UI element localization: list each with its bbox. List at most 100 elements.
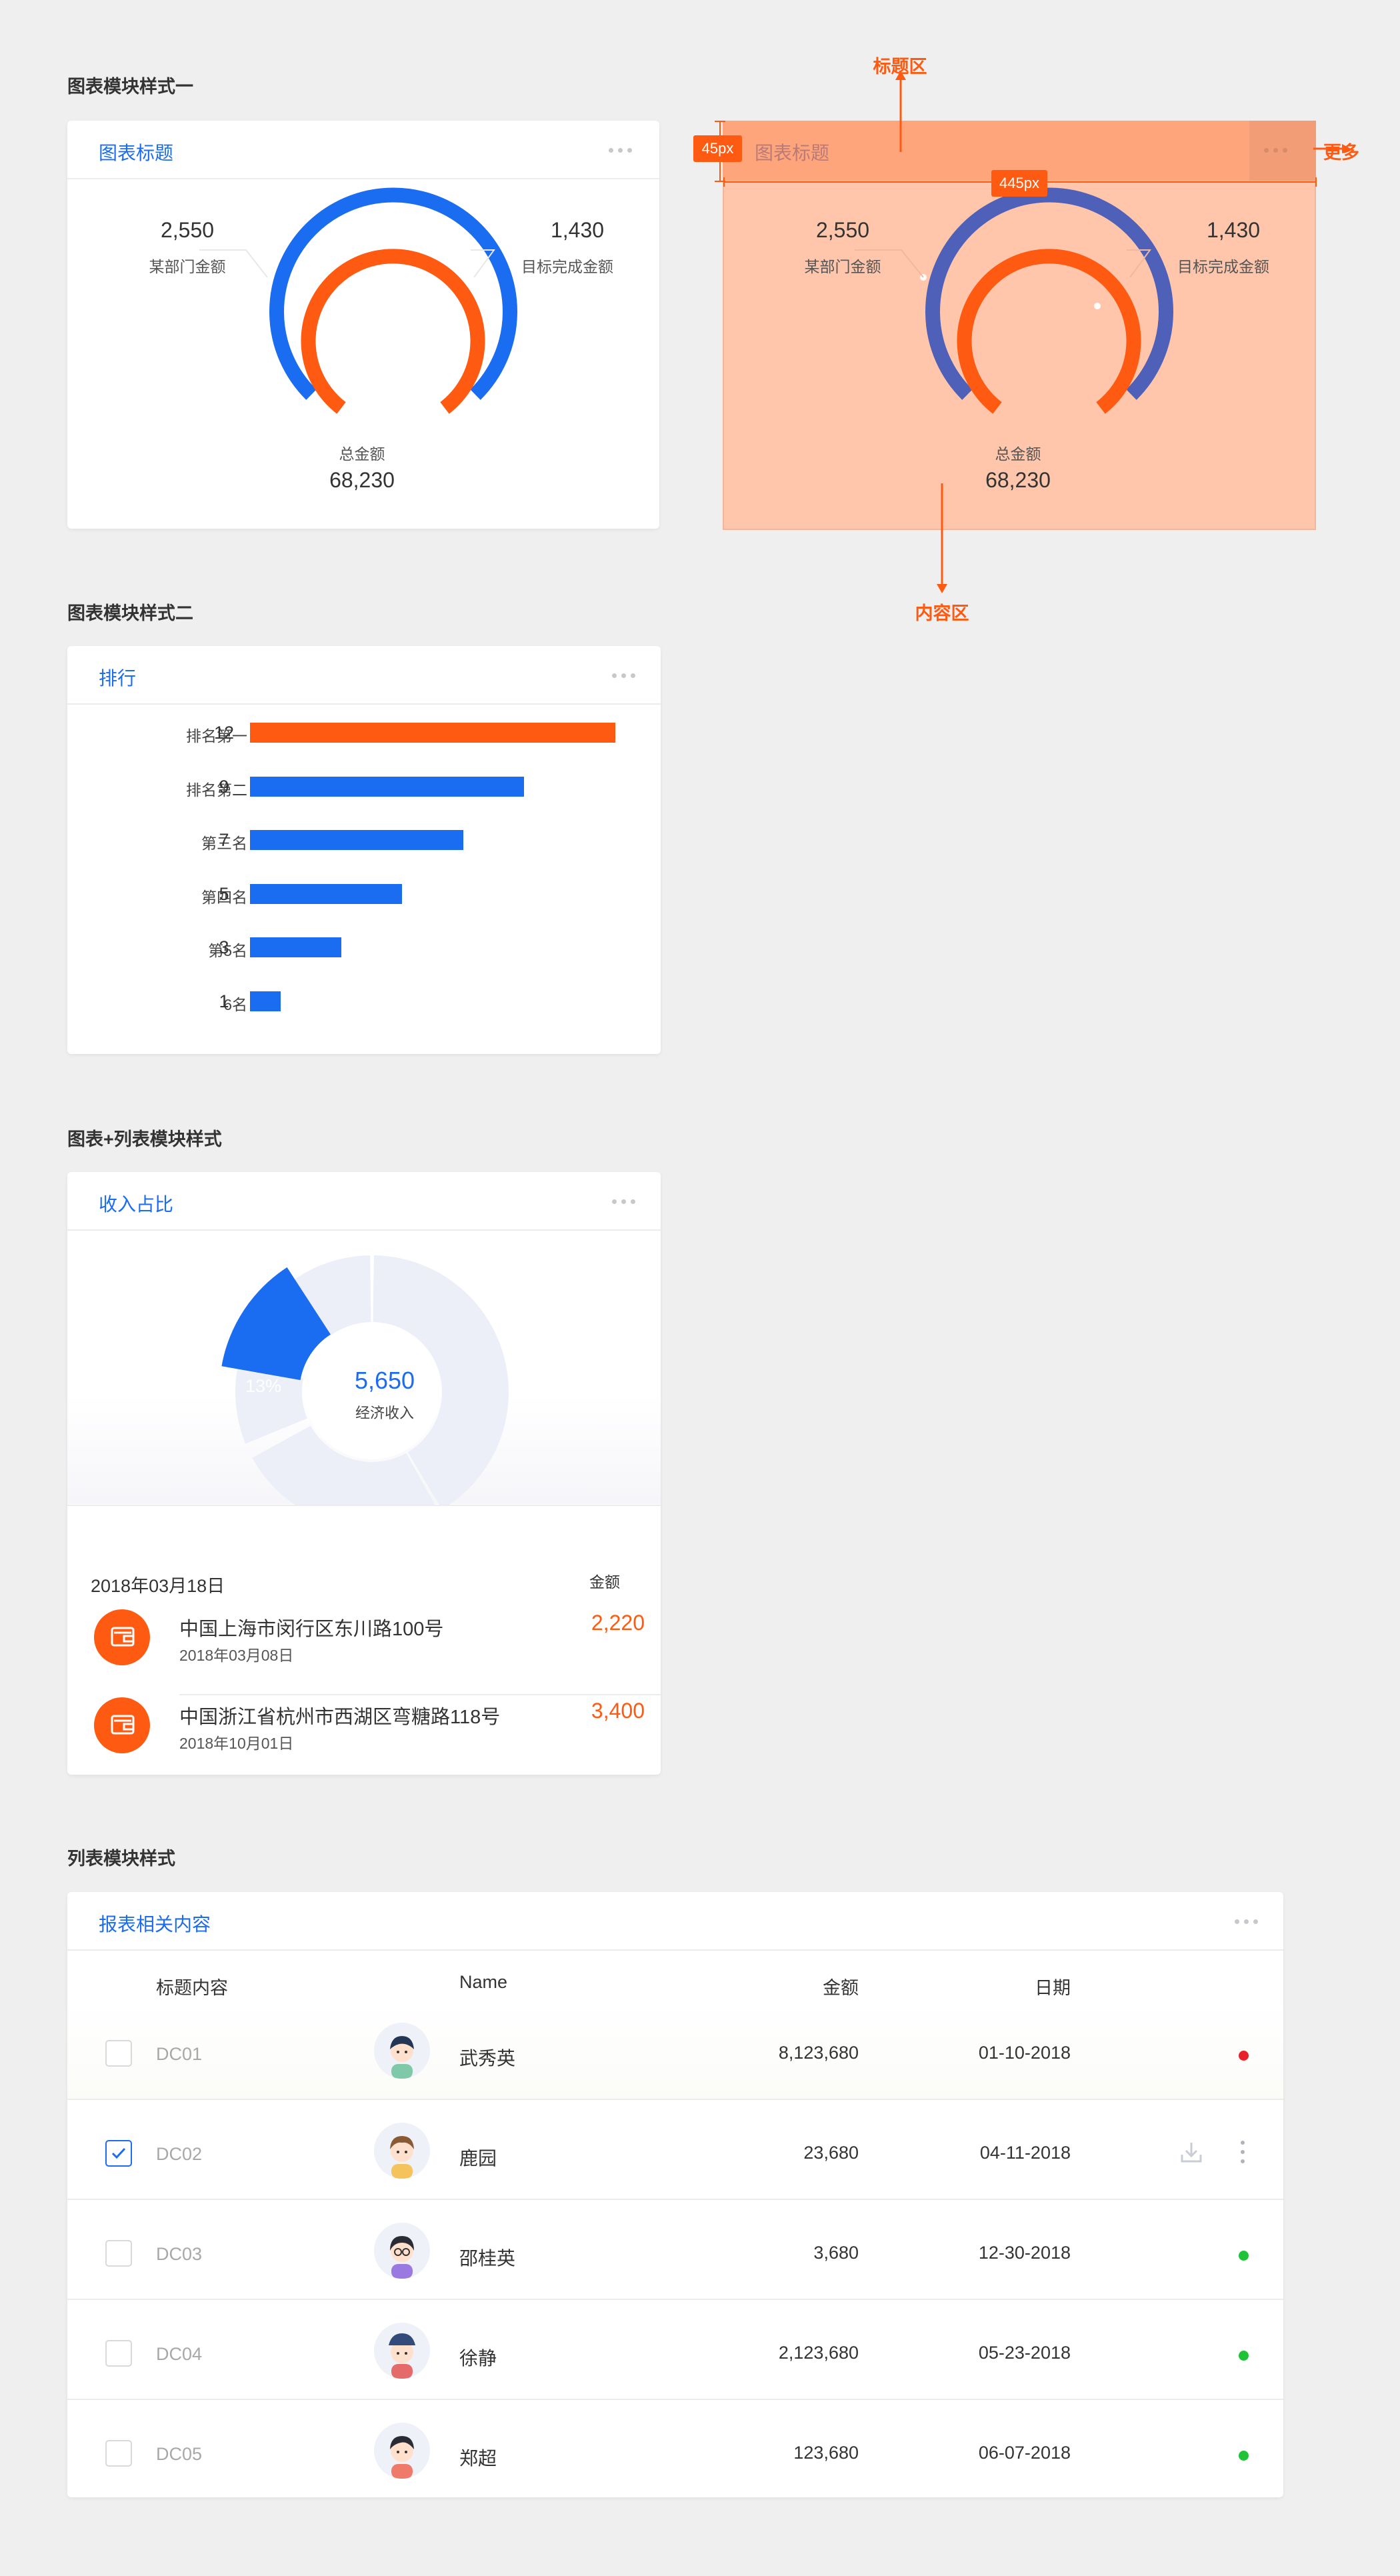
gauge-marker-right [438,303,445,309]
row-name: 武秀英 [459,2048,516,2069]
rank-value: 1 [219,991,229,1011]
table-row[interactable]: DC02 鹿园 23,680 04-11-2018 [67,2100,1283,2200]
title-zone-label: 标题区 [873,57,927,77]
rank-bar [250,830,463,850]
card-header: 排行 [67,646,661,705]
gauge-inner-arc [301,249,485,414]
rank-value: 12 [213,723,235,743]
row-code: DC01 [156,2044,203,2064]
row-date: 05-23-2018 [978,2343,1071,2363]
width-dimension-tag: 445px [991,170,1047,197]
ranking-card: 排行 排名第一 12 排名第二 9 第三名 7 第四名 5 第5名 3 6名 1 [67,646,661,1054]
list-item-date: 2018年03月08日 [179,1647,294,1664]
table-row[interactable]: DC01 武秀英 8,123,680 01-10-2018 [67,2000,1283,2100]
row-checkbox[interactable] [105,2240,132,2267]
rank-value: 7 [219,830,229,850]
avatar [374,2223,430,2279]
column-header-date: 日期 [1035,1978,1071,1998]
table-card: 报表相关内容 标题内容 Name 金额 日期 DC01 武秀英 8,123,68… [67,1892,1283,2497]
table-row[interactable]: DC05 郑超 123,680 06-07-2018 [67,2400,1283,2497]
content-zone-label: 内容区 [915,603,969,623]
gauge-total-value: 68,230 [329,468,395,492]
table-row[interactable]: DC03 邵桂英 3,680 12-30-2018 [67,2200,1283,2300]
card-header: 报表相关内容 [67,1892,1283,1951]
more-icon[interactable] [1235,1919,1259,1924]
avatar [374,2423,430,2479]
status-dot-green [1239,2351,1249,2361]
row-date: 04-11-2018 [979,2143,1071,2163]
row-code: DC04 [156,2344,203,2364]
card-title: 报表相关内容 [99,1914,211,1935]
section-title-chart-list-style: 图表+列表模块样式 [67,1129,222,1149]
gauge-total-label: 总金额 [339,445,385,463]
row-checkbox[interactable] [105,2040,132,2067]
card-title: 排行 [99,668,137,689]
gauge-right-label: 目标完成金额 [521,258,613,275]
more-icon[interactable] [612,673,636,678]
avatar [374,2023,430,2079]
list-item-date: 2018年10月01日 [179,1735,294,1752]
row-amount: 23,680 [803,2143,859,2163]
rank-bar [250,776,524,797]
row-amount: 8,123,680 [778,2043,859,2063]
row-name: 郑超 [459,2448,497,2469]
rank-value: 9 [219,776,229,797]
row-checkbox-checked[interactable] [105,2140,132,2167]
table-row[interactable]: DC04 徐静 2,123,680 05-23-2018 [67,2300,1283,2400]
section-title-chart-style-2: 图表模块样式二 [67,603,193,623]
row-amount: 2,123,680 [778,2343,859,2363]
list-item[interactable]: 中国浙江省杭州市西湖区弯糖路118号 2018年10月01日 3,400 [67,1696,661,1775]
column-header-name: Name [459,1972,508,1992]
status-dot-green [1239,2251,1249,2261]
gauge-card: 图表标题 2,550 某部门金额 1,430 目标完成金额 总金额 68,230 [67,121,659,529]
row-amount: 3,680 [813,2243,859,2263]
row-name: 鹿园 [459,2148,497,2169]
row-name: 邵桂英 [459,2248,516,2269]
row-checkbox[interactable] [105,2440,132,2467]
status-dot-green [1239,2451,1249,2461]
list-item[interactable]: 中国上海市闵行区东川路100号 2018年03月08日 2,220 [67,1608,661,1696]
rank-bar [250,991,281,1011]
spec-annotation-lines [715,71,1351,593]
row-date: 12-30-2018 [978,2243,1071,2263]
donut-center-label: 经济收入 [355,1405,414,1421]
row-date: 01-10-2018 [978,2043,1071,2063]
rank-bar [250,723,615,743]
rank-value: 3 [219,937,229,957]
wallet-icon [94,1697,150,1753]
gauge-left-value: 2,550 [160,218,215,242]
row-code: DC03 [156,2244,203,2264]
income-card: 收入占比 5,650 经济收入 13% 2018年03月18日 金额 中国上海市… [67,1172,661,1775]
divider [179,1694,661,1695]
height-dimension-tag: 45px [693,135,742,162]
gauge-right-value: 1,430 [550,218,605,242]
donut-center-value: 5,650 [354,1367,415,1394]
row-date: 06-07-2018 [978,2443,1071,2463]
donut-slice-label: 13% [245,1376,282,1396]
section-title-list-style: 列表模块样式 [67,1849,175,1869]
list-amount-header: 金额 [589,1573,620,1591]
vertical-more-icon[interactable] [1239,2139,1247,2165]
section-title-chart-style-1: 图表模块样式一 [67,77,193,97]
column-header-title: 标题内容 [156,1978,228,1998]
rank-bar [250,883,402,904]
list-item-address: 中国浙江省杭州市西湖区弯糖路118号 [179,1707,501,1728]
list-item-address: 中国上海市闵行区东川路100号 [179,1619,444,1640]
row-amount: 123,680 [793,2443,859,2463]
status-dot-red [1239,2051,1249,2061]
list-item-amount: 2,220 [591,1611,645,1635]
divider [67,1505,661,1506]
avatar [374,2123,430,2179]
download-icon[interactable] [1178,2139,1205,2165]
wallet-icon [94,1609,150,1665]
row-code: DC05 [156,2444,203,2464]
row-checkbox[interactable] [105,2340,132,2367]
list-date: 2018年03月18日 [91,1576,225,1596]
rank-bar [250,937,341,957]
row-code: DC02 [156,2144,203,2164]
gauge-left-label: 某部门金额 [149,258,226,275]
avatar [374,2323,430,2379]
list-item-amount: 3,400 [591,1699,645,1723]
row-name: 徐静 [459,2348,497,2369]
more-zone-label: 更多 [1323,143,1359,163]
